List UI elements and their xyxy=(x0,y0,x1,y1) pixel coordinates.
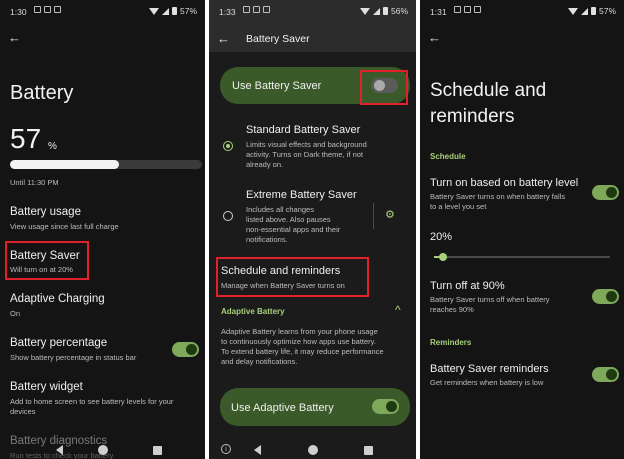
standard-saver-title: Standard Battery Saver xyxy=(246,124,361,136)
highlight-box xyxy=(216,257,369,297)
extreme-saver-title: Extreme Battery Saver xyxy=(246,189,357,201)
battery-level-bar xyxy=(10,160,202,169)
app-bar-title: Battery Saver xyxy=(246,33,310,45)
status-bar: 1:31 57% xyxy=(420,0,624,22)
battery-icon xyxy=(382,7,388,15)
adaptive-charging-title: Adaptive Charging xyxy=(10,293,105,305)
adaptive-battery-header: Adaptive Battery xyxy=(221,307,285,316)
status-time: 1:33 xyxy=(219,7,236,17)
use-adaptive-battery-toggle[interactable] xyxy=(372,399,399,414)
battery-widget-title: Battery widget xyxy=(10,381,83,393)
battery-usage-sub: View usage since last full charge xyxy=(10,222,119,231)
chevron-up-icon[interactable]: ^ xyxy=(395,303,401,317)
schedule-reminders-screen: 1:31 57% ← Schedule and reminders Schedu… xyxy=(420,0,624,459)
turn-on-toggle[interactable] xyxy=(592,185,619,200)
notification-icons xyxy=(243,6,270,13)
page-title: Battery xyxy=(10,82,74,104)
schedule-header: Schedule xyxy=(430,152,466,161)
nav-recents-icon[interactable] xyxy=(364,446,373,455)
battery-saver-screen: 1:33 56% ← Battery Saver Use Battery Sav… xyxy=(209,0,416,459)
use-battery-saver-label: Use Battery Saver xyxy=(232,80,322,92)
nav-home-icon[interactable] xyxy=(308,445,318,455)
reminders-sub: Get reminders when battery is low xyxy=(430,378,544,387)
turn-on-line-1: Battery Saver turns on when battery fall… xyxy=(430,192,566,201)
standard-saver-radio[interactable] xyxy=(223,141,233,151)
reminders-title: Battery Saver reminders xyxy=(430,363,549,375)
turn-off-line-2: reaches 90% xyxy=(430,305,474,314)
back-arrow-icon[interactable]: ← xyxy=(217,31,230,46)
battery-widget-sub2: devices xyxy=(10,407,36,416)
reminders-header: Reminders xyxy=(430,338,472,347)
status-right: 56% xyxy=(359,6,408,16)
status-time: 1:31 xyxy=(430,7,447,17)
battery-percentage-title: Battery percentage xyxy=(10,337,108,349)
notification-icons xyxy=(34,6,61,13)
battery-until-text: Until 11:30 PM xyxy=(10,178,59,187)
adaptive-battery-line-3: To extend battery life, it may reduce pe… xyxy=(221,347,384,356)
nav-back-icon[interactable] xyxy=(254,445,261,455)
battery-level-fill xyxy=(10,160,120,169)
status-time: 1:30 xyxy=(10,7,27,17)
adaptive-battery-line-2: to continuously optimize how apps use ba… xyxy=(221,337,376,346)
slider-thumb[interactable] xyxy=(438,253,447,261)
extreme-saver-line-1: Includes all changes xyxy=(246,205,314,214)
wifi-icon xyxy=(148,7,159,15)
back-arrow-icon[interactable]: ← xyxy=(8,30,21,45)
page-title-line-1: Schedule and xyxy=(430,80,547,101)
slider-value: 20% xyxy=(430,231,453,243)
gear-icon[interactable]: ⚙ xyxy=(385,208,395,221)
battery-level-unit: % xyxy=(48,141,57,152)
notification-icons xyxy=(454,6,481,13)
turn-off-toggle[interactable] xyxy=(592,289,619,304)
signal-icon xyxy=(161,7,169,15)
wifi-icon xyxy=(567,7,578,15)
reminders-toggle[interactable] xyxy=(592,367,619,382)
extreme-saver-line-3: non-essential apps and their xyxy=(246,225,341,234)
highlight-box xyxy=(5,241,89,280)
standard-saver-line-1: Limits visual effects and background xyxy=(246,140,367,149)
battery-icon xyxy=(171,7,177,15)
battery-percentage-sub: Show battery percentage in status bar xyxy=(10,353,137,362)
turn-on-title: Turn on based on battery level xyxy=(430,177,579,189)
battery-screen: 1:30 57% ← Battery 57 % Until 11:30 PM B… xyxy=(0,0,205,459)
divider xyxy=(373,203,374,229)
standard-saver-line-3: already on. xyxy=(246,160,284,169)
signal-icon xyxy=(580,7,588,15)
battery-widget-sub: Add to home screen to see battery levels… xyxy=(10,397,174,406)
status-right: 57% xyxy=(567,6,616,16)
turn-off-title: Turn off at 90% xyxy=(430,280,505,292)
highlight-box xyxy=(360,70,408,105)
nav-bar: i xyxy=(209,441,416,459)
extreme-saver-line-2: listed above. Also pauses xyxy=(246,215,331,224)
nav-back-icon[interactable] xyxy=(56,445,63,455)
battery-percentage-toggle[interactable] xyxy=(172,342,199,357)
status-battery-percent: 57% xyxy=(598,6,616,16)
nav-bar xyxy=(0,441,205,459)
status-bar: 1:30 57% xyxy=(0,0,205,22)
status-right: 57% xyxy=(148,6,197,16)
adaptive-charging-sub: On xyxy=(10,309,21,318)
status-battery-percent: 57% xyxy=(179,6,197,16)
wifi-icon xyxy=(359,7,370,15)
nav-recents-icon[interactable] xyxy=(153,446,162,455)
standard-saver-line-2: activity. Turns on Dark theme, if not xyxy=(246,150,363,159)
battery-level-value: 57 xyxy=(10,123,42,154)
battery-usage-title: Battery usage xyxy=(10,206,81,218)
info-icon[interactable]: i xyxy=(221,444,231,454)
battery-icon xyxy=(590,7,596,15)
extreme-saver-radio[interactable] xyxy=(223,211,233,221)
adaptive-battery-line-4: and delay notifications. xyxy=(221,357,298,366)
status-bar: 1:33 56% xyxy=(209,0,416,22)
adaptive-battery-line-1: Adaptive Battery learns from your phone … xyxy=(221,327,378,336)
battery-level-slider[interactable] xyxy=(434,253,610,261)
use-adaptive-battery-label: Use Adaptive Battery xyxy=(231,402,334,414)
extreme-saver-line-4: notifications. xyxy=(246,235,288,244)
signal-icon xyxy=(372,7,380,15)
nav-home-icon[interactable] xyxy=(98,445,108,455)
status-battery-percent: 56% xyxy=(390,6,408,16)
back-arrow-icon[interactable]: ← xyxy=(428,30,441,45)
turn-on-line-2: to a level you set xyxy=(430,202,487,211)
turn-off-line-1: Battery Saver turns off when battery xyxy=(430,295,550,304)
page-title-line-2: reminders xyxy=(430,106,515,127)
